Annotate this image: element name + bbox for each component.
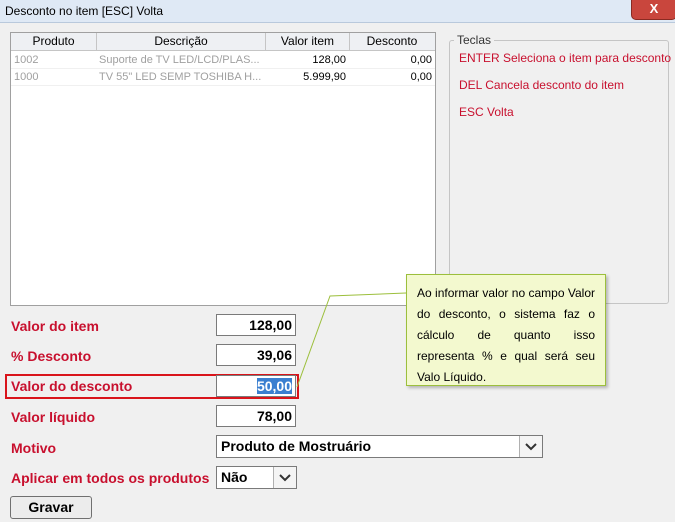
valor-item-field[interactable]: 128,00 bbox=[216, 314, 296, 336]
close-icon[interactable]: X bbox=[650, 1, 659, 16]
chevron-down-icon[interactable] bbox=[519, 436, 542, 457]
perc-desconto-label: % Desconto bbox=[11, 348, 92, 364]
chevron-down-icon[interactable] bbox=[273, 467, 296, 488]
cell-produto: 1002 bbox=[14, 54, 39, 66]
valor-desconto-value[interactable]: 50,00 bbox=[256, 378, 292, 394]
items-grid[interactable]: Produto Descrição Valor item Desconto 10… bbox=[10, 32, 436, 306]
column-header-produto[interactable]: Produto bbox=[11, 33, 97, 50]
tecla-esc: ESC Volta bbox=[459, 105, 514, 119]
valor-desconto-label: Valor do desconto bbox=[11, 378, 133, 394]
motivo-select[interactable]: Produto de Mostruário bbox=[216, 435, 543, 458]
table-row[interactable]: 1000 TV 55" LED SEMP TOSHIBA H... 5.999,… bbox=[11, 69, 435, 86]
cell-desconto: 0,00 bbox=[410, 54, 432, 66]
cell-descricao: TV 55" LED SEMP TOSHIBA H... bbox=[99, 71, 262, 83]
column-header-valor-item[interactable]: Valor item bbox=[266, 33, 350, 50]
close-button[interactable]: X bbox=[631, 0, 675, 20]
motivo-value: Produto de Mostruário bbox=[221, 438, 372, 454]
cell-valor-item: 5.999,90 bbox=[303, 71, 346, 83]
motivo-label: Motivo bbox=[11, 440, 57, 456]
window-title: Desconto no item [ESC] Volta bbox=[5, 4, 164, 18]
valor-liquido-field[interactable]: 78,00 bbox=[216, 405, 296, 427]
cell-descricao: Suporte de TV LED/LCD/PLAS... bbox=[99, 54, 260, 66]
cell-desconto: 0,00 bbox=[410, 71, 432, 83]
tooltip-text: Ao informar valor no campo Valor do desc… bbox=[417, 286, 595, 384]
aplicar-select[interactable]: Não bbox=[216, 466, 297, 489]
tecla-enter: ENTER Seleciona o item para desconto bbox=[459, 51, 672, 65]
aplicar-value: Não bbox=[221, 469, 248, 485]
title-bar: Desconto no item [ESC] Volta X bbox=[0, 0, 675, 23]
teclas-title: Teclas bbox=[454, 33, 495, 47]
valor-item-label: Valor do item bbox=[11, 318, 99, 334]
column-header-descricao[interactable]: Descrição bbox=[97, 33, 266, 50]
perc-desconto-field[interactable]: 39,06 bbox=[216, 344, 296, 366]
cell-valor-item: 128,00 bbox=[312, 54, 346, 66]
aplicar-label: Aplicar em todos os produtos bbox=[11, 470, 210, 486]
valor-liquido-label: Valor líquido bbox=[11, 409, 96, 425]
column-header-desconto[interactable]: Desconto bbox=[350, 33, 434, 50]
gravar-button[interactable]: Gravar bbox=[10, 496, 92, 519]
tecla-del: DEL Cancela desconto do item bbox=[459, 78, 624, 92]
cell-produto: 1000 bbox=[14, 71, 39, 83]
valor-desconto-field[interactable]: 50,00 bbox=[216, 375, 296, 397]
tooltip: Ao informar valor no campo Valor do desc… bbox=[406, 274, 606, 386]
grid-header: Produto Descrição Valor item Desconto bbox=[11, 33, 435, 51]
table-row[interactable]: 1002 Suporte de TV LED/LCD/PLAS... 128,0… bbox=[11, 52, 435, 69]
